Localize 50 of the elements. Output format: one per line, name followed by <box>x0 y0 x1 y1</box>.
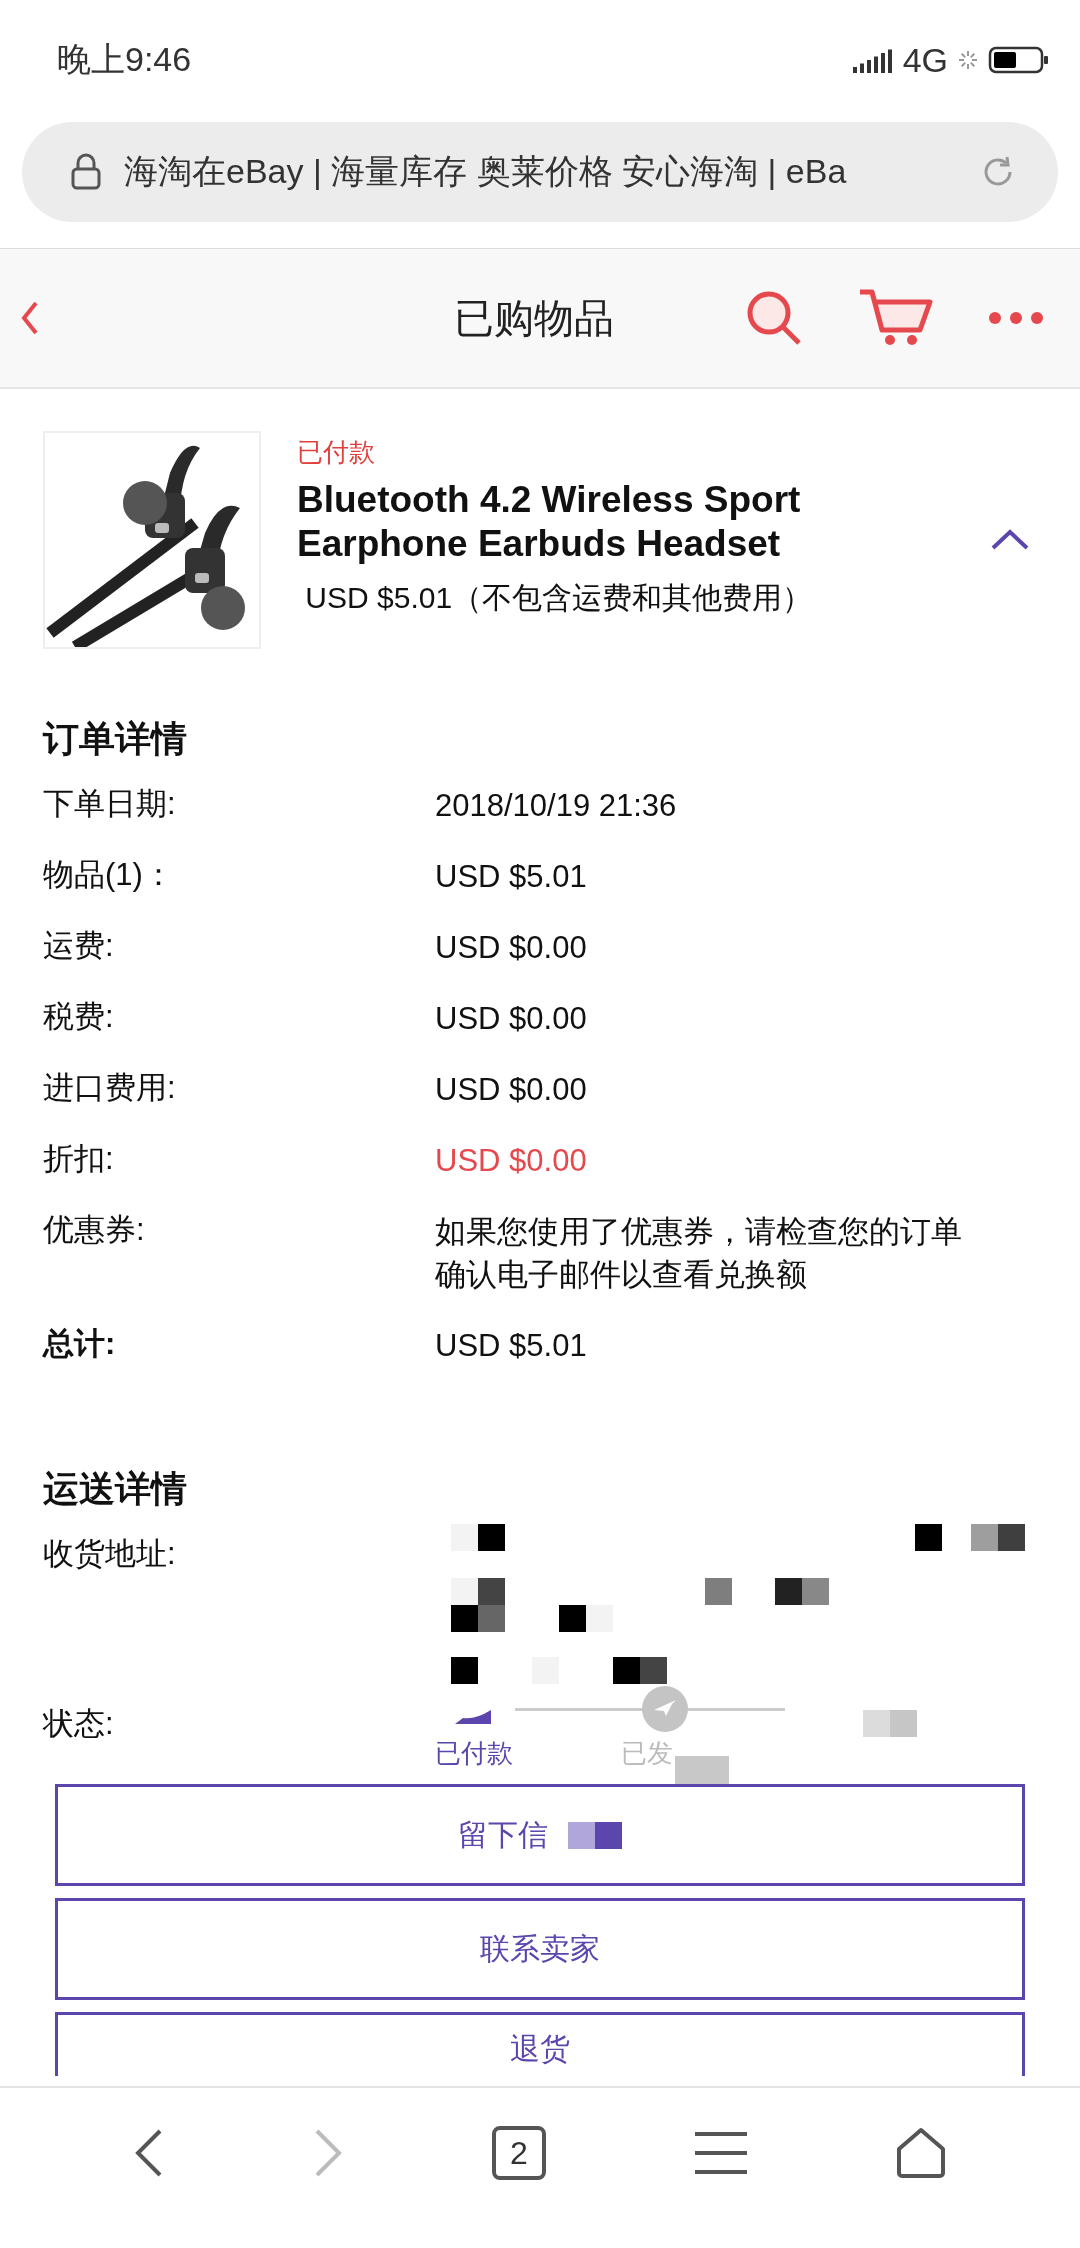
action-button[interactable]: 退货 <box>55 2012 1025 2076</box>
section-heading: 运送详情 <box>43 1467 188 1511</box>
forward-icon[interactable] <box>313 2128 344 2178</box>
field-label: 总计: <box>43 1325 117 1363</box>
more-icon[interactable] <box>988 311 1044 325</box>
page-title: 海淘在eBay | 海量库存 奥莱价格 安心海淘 | eBa <box>124 151 848 192</box>
field-label: 下单日期: <box>43 785 177 823</box>
cart-icon[interactable] <box>858 288 934 348</box>
field-label: 折扣: <box>43 1140 115 1178</box>
plane-icon <box>642 1686 688 1732</box>
redaction-mosaic <box>863 1710 917 1737</box>
redaction-mosaic <box>675 1756 729 1784</box>
field-label: 物品(1)： <box>43 856 175 894</box>
field-value: USD $5.01 <box>435 1327 588 1365</box>
field-label: 优惠券: <box>43 1211 146 1249</box>
page-heading: 已购物品 <box>454 294 614 342</box>
signal-icon <box>852 47 895 73</box>
collapse-icon[interactable] <box>990 527 1030 551</box>
item-price: USD $5.01（不包含运费和其他费用） <box>304 580 814 616</box>
field-label: 状态: <box>43 1705 115 1743</box>
field-label: 收货地址: <box>43 1535 177 1573</box>
field-value: 如果您使用了优惠券，请检查您的订单确认电子邮件以查看兑换额 <box>435 1213 963 1294</box>
loading-icon <box>956 48 980 72</box>
action-button[interactable]: 留下信 <box>55 1784 1025 1886</box>
redaction-mosaic <box>568 1821 622 1849</box>
progress-marker-icon <box>455 1710 491 1724</box>
address-bar[interactable]: 海淘在eBay | 海量库存 奥莱价格 安心海淘 | eBa <box>22 122 1058 222</box>
field-value: USD $0.00 <box>435 929 588 967</box>
battery-icon <box>988 45 1050 75</box>
clock-time: 晚上9:46 <box>57 39 192 80</box>
progress-step: 已发 <box>621 1736 673 1771</box>
field-value: USD $0.00 <box>435 1000 588 1038</box>
action-button[interactable]: 联系卖家 <box>55 1898 1025 2000</box>
field-value: USD $0.00 <box>435 1071 588 1109</box>
field-label: 运费: <box>43 927 115 965</box>
home-icon[interactable] <box>895 2127 946 2179</box>
field-value: USD $0.00 <box>435 1142 588 1180</box>
back-icon[interactable] <box>20 300 40 336</box>
network-type: 4G <box>902 40 948 80</box>
field-value: 2018/10/19 21:36 <box>435 787 678 825</box>
menu-icon[interactable] <box>694 2131 747 2175</box>
field-value: USD $5.01 <box>435 858 588 896</box>
payment-status: 已付款 <box>297 436 376 469</box>
section-heading: 订单详情 <box>43 717 188 761</box>
field-label: 进口费用: <box>43 1069 177 1107</box>
field-label: 税费: <box>43 998 115 1036</box>
item-title[interactable]: Bluetooth 4.2 Wireless Sport Earphone Earbuds Headset <box>297 478 917 566</box>
tabs-button[interactable]: 2 <box>492 2126 546 2180</box>
progress-step: 已付款 <box>435 1736 513 1771</box>
lock-icon <box>70 153 102 191</box>
